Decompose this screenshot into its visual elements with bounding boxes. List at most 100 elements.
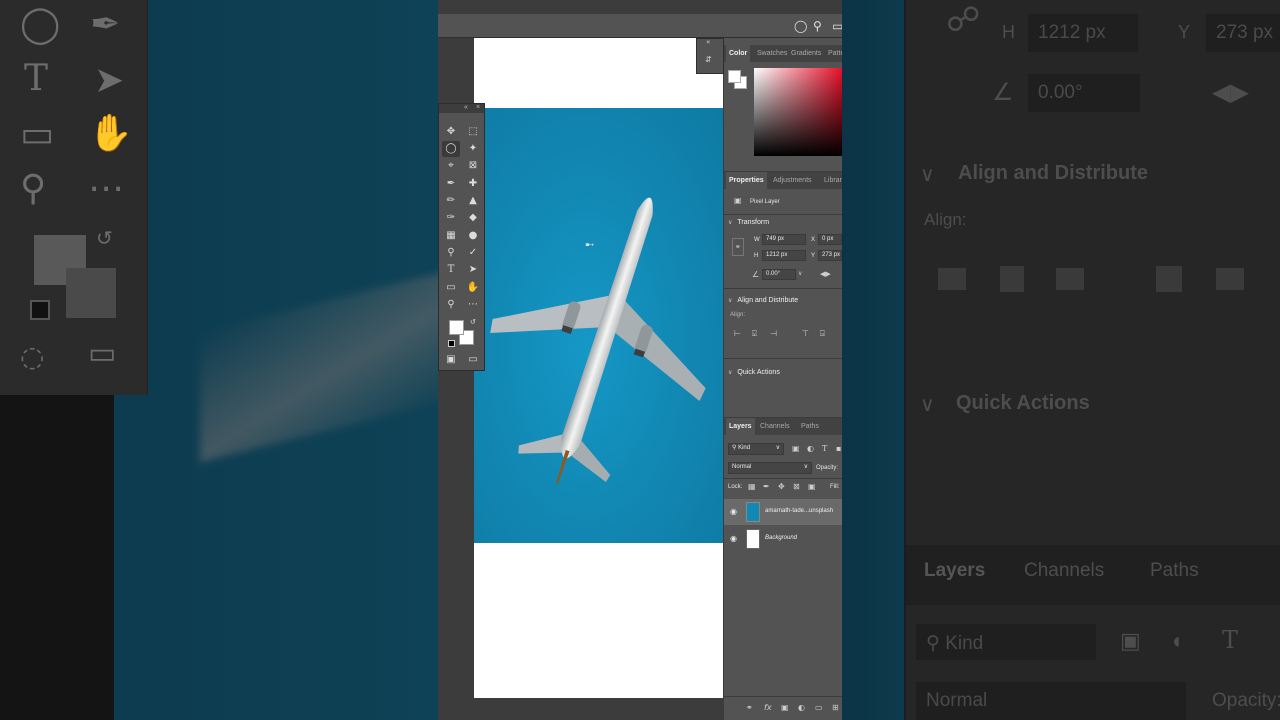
path-selection-tool-icon[interactable]: ➤	[464, 262, 482, 278]
screen-mode-icon[interactable]: ▭	[464, 352, 482, 368]
lock-pixels-icon[interactable]: ✒	[763, 482, 770, 492]
lock-transparency-icon[interactable]: ▦	[748, 482, 756, 492]
align-right-icon[interactable]: ⊣	[770, 329, 777, 339]
history-panel-icon[interactable]: ⇵	[705, 55, 712, 65]
align-middle-v-icon[interactable]: ⍈	[820, 329, 825, 339]
layer-row-background[interactable]: ◉ Background	[724, 526, 842, 552]
lock-artboard-icon[interactable]: ⊠	[793, 482, 800, 492]
gradient-tool-icon[interactable]: ▦	[442, 228, 460, 244]
brush-tool-icon[interactable]: ✏	[442, 193, 460, 209]
width-field[interactable]: 749 px	[762, 234, 806, 245]
new-group-icon[interactable]: ▭	[815, 703, 823, 713]
clone-stamp-tool-icon[interactable]: ▲	[464, 193, 482, 209]
frame-tool-icon[interactable]: ⊠	[464, 158, 482, 174]
adjustment-layer-icon[interactable]: ◐	[798, 703, 805, 713]
rectangle-tool-icon[interactable]: ▭	[442, 280, 460, 296]
align-label: Align:	[730, 312, 746, 318]
blurred-angle-field: 0.00°	[1028, 74, 1140, 112]
crop-tool-icon[interactable]: ⌖	[442, 158, 460, 174]
visibility-eye-icon[interactable]: ◉	[730, 507, 737, 516]
document-canvas[interactable]	[474, 38, 723, 698]
tab-gradients[interactable]: Gradients	[788, 45, 824, 62]
close-icon[interactable]: ×	[476, 104, 480, 111]
lock-position-icon[interactable]: ✥	[778, 482, 785, 492]
blurred-type-icon: T	[24, 58, 49, 99]
workspace-icon[interactable]: ▭	[832, 19, 842, 33]
tab-properties[interactable]: Properties	[726, 172, 767, 189]
history-brush-tool-icon[interactable]: ✑	[442, 210, 460, 226]
tab-layers[interactable]: Layers	[726, 418, 755, 435]
quick-actions-section[interactable]: Quick Actions	[728, 369, 779, 376]
layer-row-photo[interactable]: ◉ amarnath-tade...unsplash	[724, 499, 842, 525]
blurred-align-label: Align:	[924, 210, 967, 229]
tab-libraries[interactable]: Librar	[821, 172, 842, 189]
blend-mode-dropdown[interactable]: Normal ∨	[728, 462, 812, 474]
align-center-h-icon[interactable]: ⍌	[752, 329, 757, 339]
pen-tool-icon[interactable]: ✓	[464, 245, 482, 261]
height-field[interactable]: 1212 px	[762, 250, 806, 261]
x-field[interactable]: 0 px	[818, 234, 842, 245]
airplane-photo-layer[interactable]	[474, 108, 723, 543]
tab-paths[interactable]: Paths	[798, 418, 822, 435]
filter-adjustment-icon[interactable]: ◐	[807, 444, 814, 454]
tab-channels[interactable]: Channels	[757, 418, 793, 435]
add-mask-icon[interactable]: ▣	[781, 703, 789, 713]
blurred-channels-tab: Channels	[1024, 560, 1105, 581]
layer-kind-label: Pixel Layer	[750, 199, 780, 205]
properties-panel-tabs: Properties Adjustments Librar	[724, 172, 842, 189]
new-layer-icon[interactable]: ⊞	[832, 703, 839, 713]
dodge-tool-icon[interactable]: ⚲	[442, 245, 460, 261]
filter-shape-icon[interactable]: ▪	[836, 444, 841, 454]
lock-all-icon[interactable]: ▣	[808, 482, 816, 492]
edit-toolbar-icon[interactable]: ⋯	[464, 297, 482, 313]
tab-color[interactable]: Color	[726, 45, 751, 62]
tools-panel-header[interactable]: « ×	[439, 104, 484, 113]
w-label: W	[754, 237, 760, 243]
lasso-tool-icon[interactable]: ◯	[442, 141, 460, 157]
layer-name[interactable]: Background	[765, 535, 797, 541]
magic-wand-tool-icon[interactable]: ✦	[464, 141, 482, 157]
healing-brush-tool-icon[interactable]: ✚	[464, 176, 482, 192]
fill-label: Fill:	[830, 484, 840, 490]
swap-colors-icon[interactable]: ↺	[470, 318, 476, 326]
tab-patterns[interactable]: Patte	[825, 45, 842, 62]
share-icon[interactable]: ◯	[794, 19, 807, 33]
color-picker-field[interactable]	[754, 68, 842, 156]
angle-field[interactable]: 0.00°	[762, 269, 796, 280]
link-dimensions-icon[interactable]: ⚭	[732, 238, 744, 256]
visibility-eye-icon[interactable]: ◉	[730, 534, 737, 543]
zoom-tool-icon[interactable]: ⚲	[442, 297, 460, 313]
filter-type-icon[interactable]: T	[822, 444, 827, 454]
type-tool-icon[interactable]: T	[442, 262, 460, 278]
layer-name[interactable]: amarnath-tade...unsplash	[765, 508, 833, 514]
eraser-tool-icon[interactable]: ◆	[464, 210, 482, 226]
tab-swatches[interactable]: Swatches	[754, 45, 790, 62]
expand-panels-icon[interactable]: «	[706, 37, 710, 47]
layer-filter-dropdown[interactable]: ⚲ Kind ∨	[728, 443, 784, 455]
filter-pixel-icon[interactable]: ▣	[792, 444, 800, 454]
y-field[interactable]: 273 px	[818, 250, 842, 261]
quick-mask-icon[interactable]: ▣	[442, 352, 460, 368]
background-left-blur: ◯ ✒ T ➤ ▭ ✋ ⚲ ⋯ ↺ ◌ ▭	[0, 0, 438, 720]
align-top-icon[interactable]: ⊤	[802, 329, 809, 339]
eyedropper-tool-icon[interactable]: ✒	[442, 176, 460, 192]
blurred-arrow-icon: ➤	[94, 60, 125, 101]
link-layers-icon[interactable]: ⚭	[746, 703, 753, 713]
marquee-tool-icon[interactable]: ⬚	[464, 124, 482, 140]
color-fg-swatch[interactable]	[728, 70, 741, 83]
blurred-y-label: Y	[1178, 22, 1191, 42]
tab-adjustments[interactable]: Adjustments	[770, 172, 815, 189]
align-distribute-section[interactable]: Align and Distribute	[728, 297, 798, 304]
angle-dropdown-icon[interactable]: ∨	[798, 269, 802, 279]
hand-tool-icon[interactable]: ✋	[464, 280, 482, 296]
search-icon[interactable]: ⚲	[813, 19, 822, 33]
blur-tool-icon[interactable]: ●	[464, 228, 482, 244]
collapse-icon[interactable]: «	[464, 104, 468, 111]
flip-horizontal-icon[interactable]: ◀▶	[820, 269, 831, 279]
transform-section[interactable]: Transform	[728, 219, 769, 226]
align-left-icon[interactable]: ⊢	[734, 329, 741, 339]
move-tool-icon[interactable]: ✥	[442, 124, 460, 140]
foreground-color-swatch[interactable]	[449, 320, 464, 335]
fx-icon[interactable]: fx	[764, 703, 772, 713]
default-colors-icon[interactable]	[448, 340, 455, 347]
